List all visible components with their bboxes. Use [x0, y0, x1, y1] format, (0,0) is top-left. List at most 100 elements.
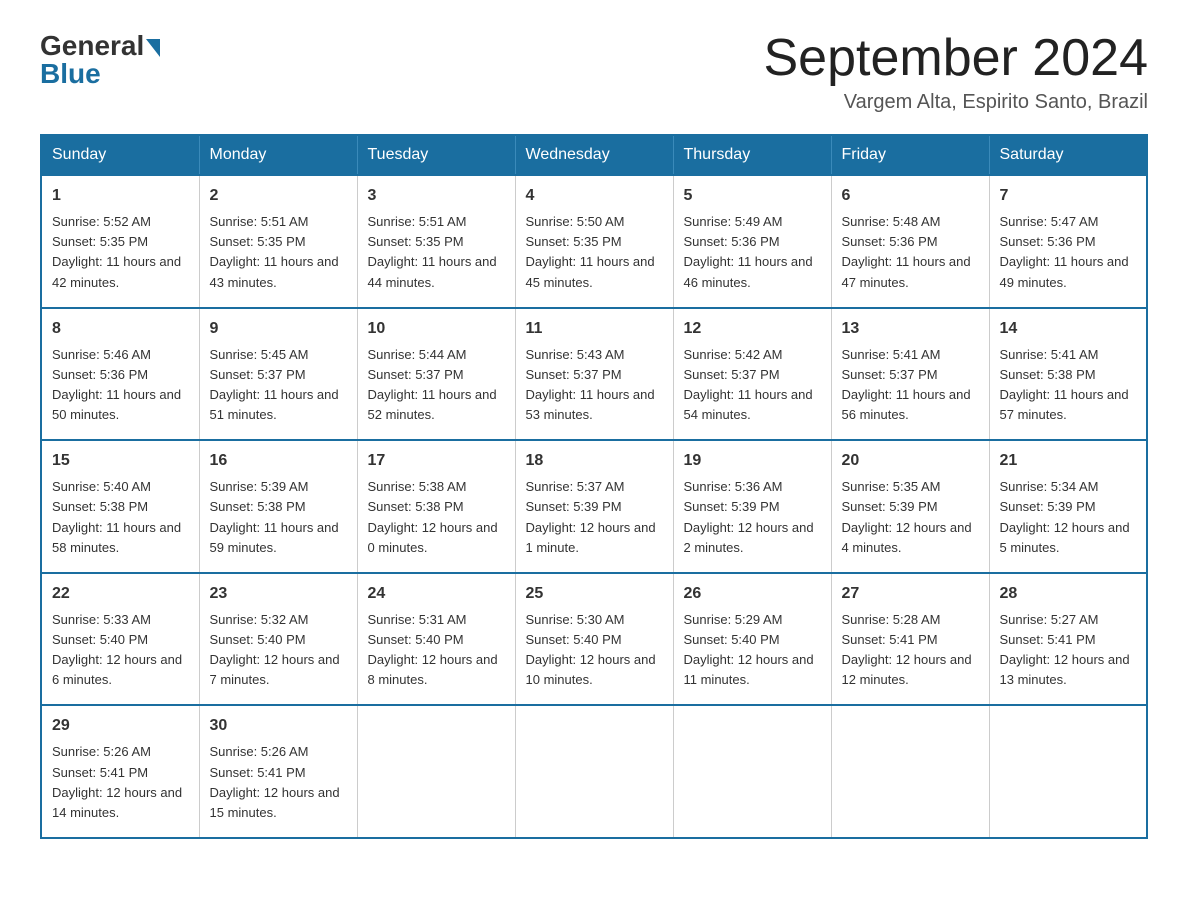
calendar-day-cell: 4 Sunrise: 5:50 AM Sunset: 5:35 PM Dayli…	[515, 175, 673, 308]
day-number: 19	[684, 449, 821, 473]
day-info: Sunrise: 5:29 AM Sunset: 5:40 PM Dayligh…	[684, 610, 821, 691]
day-info: Sunrise: 5:35 AM Sunset: 5:39 PM Dayligh…	[842, 477, 979, 558]
day-info: Sunrise: 5:36 AM Sunset: 5:39 PM Dayligh…	[684, 477, 821, 558]
day-info: Sunrise: 5:26 AM Sunset: 5:41 PM Dayligh…	[52, 742, 189, 823]
day-number: 16	[210, 449, 347, 473]
calendar-week-row: 29 Sunrise: 5:26 AM Sunset: 5:41 PM Dayl…	[41, 705, 1147, 838]
day-info: Sunrise: 5:44 AM Sunset: 5:37 PM Dayligh…	[368, 345, 505, 426]
day-info: Sunrise: 5:47 AM Sunset: 5:36 PM Dayligh…	[1000, 212, 1137, 293]
calendar-week-row: 1 Sunrise: 5:52 AM Sunset: 5:35 PM Dayli…	[41, 175, 1147, 308]
day-info: Sunrise: 5:40 AM Sunset: 5:38 PM Dayligh…	[52, 477, 189, 558]
calendar-day-cell: 17 Sunrise: 5:38 AM Sunset: 5:38 PM Dayl…	[357, 440, 515, 573]
calendar-day-cell: 12 Sunrise: 5:42 AM Sunset: 5:37 PM Dayl…	[673, 308, 831, 441]
calendar-day-cell	[831, 705, 989, 838]
day-number: 14	[1000, 317, 1137, 341]
day-number: 11	[526, 317, 663, 341]
day-info: Sunrise: 5:45 AM Sunset: 5:37 PM Dayligh…	[210, 345, 347, 426]
day-number: 6	[842, 184, 979, 208]
day-info: Sunrise: 5:32 AM Sunset: 5:40 PM Dayligh…	[210, 610, 347, 691]
calendar-day-cell: 14 Sunrise: 5:41 AM Sunset: 5:38 PM Dayl…	[989, 308, 1147, 441]
day-number: 8	[52, 317, 189, 341]
day-number: 9	[210, 317, 347, 341]
day-info: Sunrise: 5:26 AM Sunset: 5:41 PM Dayligh…	[210, 742, 347, 823]
calendar-day-cell: 10 Sunrise: 5:44 AM Sunset: 5:37 PM Dayl…	[357, 308, 515, 441]
calendar-day-cell: 30 Sunrise: 5:26 AM Sunset: 5:41 PM Dayl…	[199, 705, 357, 838]
calendar-day-cell: 25 Sunrise: 5:30 AM Sunset: 5:40 PM Dayl…	[515, 573, 673, 706]
day-info: Sunrise: 5:51 AM Sunset: 5:35 PM Dayligh…	[368, 212, 505, 293]
location-text: Vargem Alta, Espirito Santo, Brazil	[764, 91, 1149, 114]
calendar-day-cell	[989, 705, 1147, 838]
day-info: Sunrise: 5:30 AM Sunset: 5:40 PM Dayligh…	[526, 610, 663, 691]
calendar-day-cell: 22 Sunrise: 5:33 AM Sunset: 5:40 PM Dayl…	[41, 573, 199, 706]
calendar-week-row: 15 Sunrise: 5:40 AM Sunset: 5:38 PM Dayl…	[41, 440, 1147, 573]
calendar-week-row: 22 Sunrise: 5:33 AM Sunset: 5:40 PM Dayl…	[41, 573, 1147, 706]
day-number: 13	[842, 317, 979, 341]
day-number: 2	[210, 184, 347, 208]
day-number: 20	[842, 449, 979, 473]
day-info: Sunrise: 5:38 AM Sunset: 5:38 PM Dayligh…	[368, 477, 505, 558]
calendar-day-cell: 18 Sunrise: 5:37 AM Sunset: 5:39 PM Dayl…	[515, 440, 673, 573]
day-number: 25	[526, 582, 663, 606]
day-number: 23	[210, 582, 347, 606]
calendar-day-cell: 2 Sunrise: 5:51 AM Sunset: 5:35 PM Dayli…	[199, 175, 357, 308]
day-number: 18	[526, 449, 663, 473]
day-number: 12	[684, 317, 821, 341]
weekday-header-wednesday: Wednesday	[515, 135, 673, 175]
page-header: General Blue September 2024 Vargem Alta,…	[40, 30, 1148, 114]
weekday-header-friday: Friday	[831, 135, 989, 175]
day-number: 7	[1000, 184, 1137, 208]
logo: General Blue	[40, 30, 160, 90]
day-number: 1	[52, 184, 189, 208]
day-info: Sunrise: 5:33 AM Sunset: 5:40 PM Dayligh…	[52, 610, 189, 691]
calendar-day-cell: 19 Sunrise: 5:36 AM Sunset: 5:39 PM Dayl…	[673, 440, 831, 573]
calendar-day-cell: 6 Sunrise: 5:48 AM Sunset: 5:36 PM Dayli…	[831, 175, 989, 308]
day-number: 4	[526, 184, 663, 208]
calendar-day-cell: 21 Sunrise: 5:34 AM Sunset: 5:39 PM Dayl…	[989, 440, 1147, 573]
calendar-day-cell: 7 Sunrise: 5:47 AM Sunset: 5:36 PM Dayli…	[989, 175, 1147, 308]
day-number: 30	[210, 714, 347, 738]
day-info: Sunrise: 5:28 AM Sunset: 5:41 PM Dayligh…	[842, 610, 979, 691]
calendar-header-row: SundayMondayTuesdayWednesdayThursdayFrid…	[41, 135, 1147, 175]
calendar-day-cell: 28 Sunrise: 5:27 AM Sunset: 5:41 PM Dayl…	[989, 573, 1147, 706]
day-info: Sunrise: 5:42 AM Sunset: 5:37 PM Dayligh…	[684, 345, 821, 426]
calendar-week-row: 8 Sunrise: 5:46 AM Sunset: 5:36 PM Dayli…	[41, 308, 1147, 441]
day-number: 21	[1000, 449, 1137, 473]
day-number: 17	[368, 449, 505, 473]
day-number: 3	[368, 184, 505, 208]
calendar-day-cell: 27 Sunrise: 5:28 AM Sunset: 5:41 PM Dayl…	[831, 573, 989, 706]
calendar-day-cell: 24 Sunrise: 5:31 AM Sunset: 5:40 PM Dayl…	[357, 573, 515, 706]
weekday-header-monday: Monday	[199, 135, 357, 175]
calendar-day-cell: 26 Sunrise: 5:29 AM Sunset: 5:40 PM Dayl…	[673, 573, 831, 706]
calendar-day-cell: 8 Sunrise: 5:46 AM Sunset: 5:36 PM Dayli…	[41, 308, 199, 441]
weekday-header-tuesday: Tuesday	[357, 135, 515, 175]
weekday-header-thursday: Thursday	[673, 135, 831, 175]
day-info: Sunrise: 5:41 AM Sunset: 5:37 PM Dayligh…	[842, 345, 979, 426]
day-info: Sunrise: 5:49 AM Sunset: 5:36 PM Dayligh…	[684, 212, 821, 293]
day-info: Sunrise: 5:37 AM Sunset: 5:39 PM Dayligh…	[526, 477, 663, 558]
calendar-day-cell: 13 Sunrise: 5:41 AM Sunset: 5:37 PM Dayl…	[831, 308, 989, 441]
day-info: Sunrise: 5:34 AM Sunset: 5:39 PM Dayligh…	[1000, 477, 1137, 558]
day-number: 24	[368, 582, 505, 606]
logo-blue-text: Blue	[40, 58, 160, 90]
day-number: 5	[684, 184, 821, 208]
day-number: 10	[368, 317, 505, 341]
calendar-table: SundayMondayTuesdayWednesdayThursdayFrid…	[40, 134, 1148, 839]
day-info: Sunrise: 5:39 AM Sunset: 5:38 PM Dayligh…	[210, 477, 347, 558]
day-number: 29	[52, 714, 189, 738]
title-area: September 2024 Vargem Alta, Espirito San…	[764, 30, 1149, 114]
day-number: 28	[1000, 582, 1137, 606]
logo-arrow-icon	[146, 39, 160, 57]
month-title: September 2024	[764, 30, 1149, 87]
weekday-header-saturday: Saturday	[989, 135, 1147, 175]
calendar-day-cell: 15 Sunrise: 5:40 AM Sunset: 5:38 PM Dayl…	[41, 440, 199, 573]
day-info: Sunrise: 5:41 AM Sunset: 5:38 PM Dayligh…	[1000, 345, 1137, 426]
calendar-day-cell	[515, 705, 673, 838]
day-number: 15	[52, 449, 189, 473]
day-number: 27	[842, 582, 979, 606]
day-info: Sunrise: 5:43 AM Sunset: 5:37 PM Dayligh…	[526, 345, 663, 426]
calendar-day-cell	[357, 705, 515, 838]
calendar-day-cell: 9 Sunrise: 5:45 AM Sunset: 5:37 PM Dayli…	[199, 308, 357, 441]
calendar-day-cell: 20 Sunrise: 5:35 AM Sunset: 5:39 PM Dayl…	[831, 440, 989, 573]
calendar-day-cell: 3 Sunrise: 5:51 AM Sunset: 5:35 PM Dayli…	[357, 175, 515, 308]
calendar-day-cell: 23 Sunrise: 5:32 AM Sunset: 5:40 PM Dayl…	[199, 573, 357, 706]
